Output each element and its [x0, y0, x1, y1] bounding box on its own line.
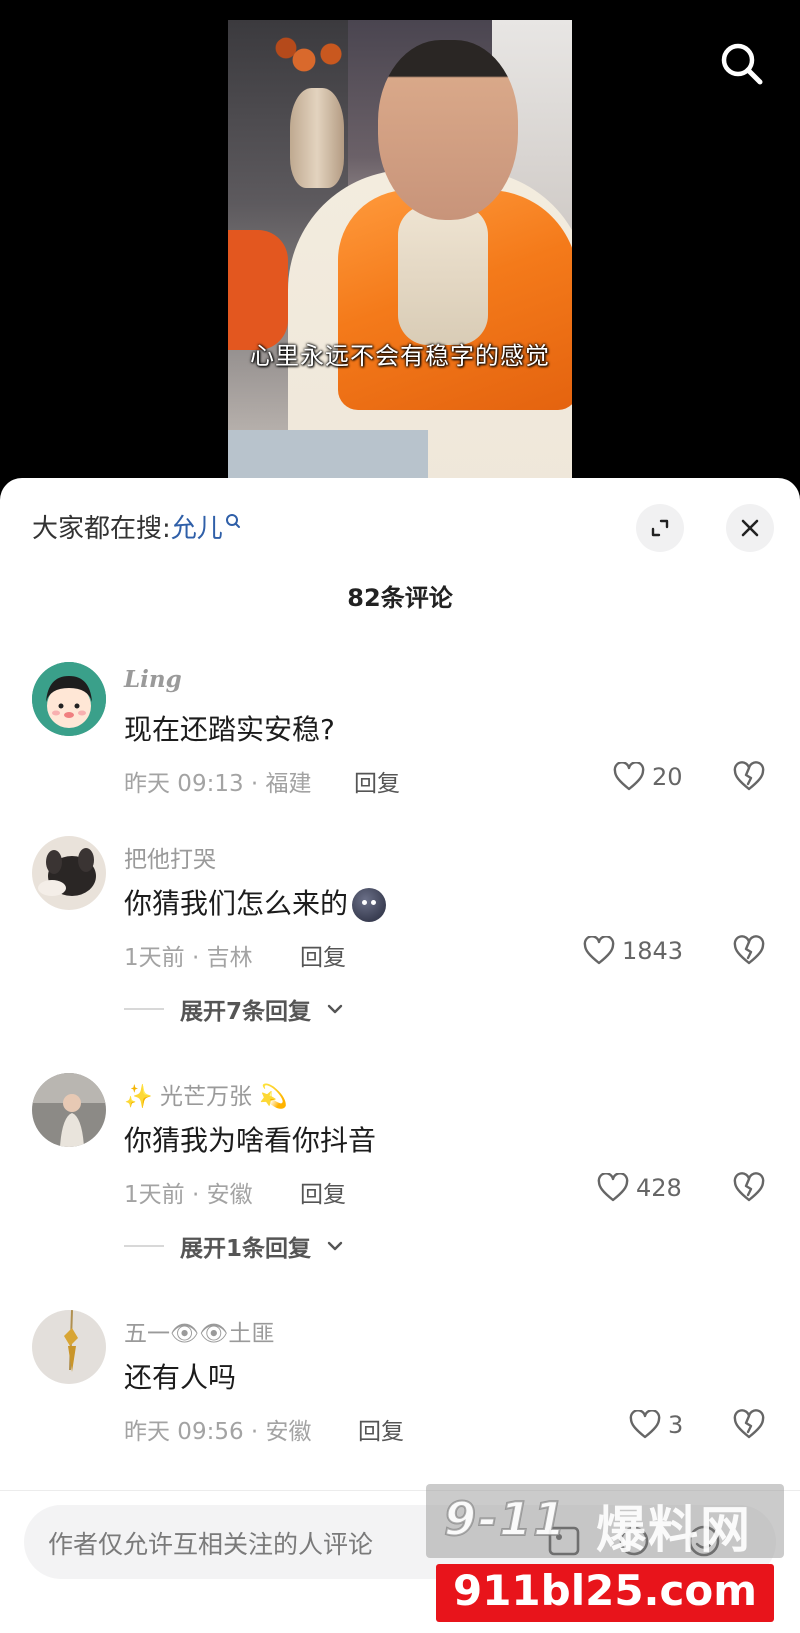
heart-icon: [613, 762, 645, 791]
comment-username[interactable]: 五一👁👁土匪: [124, 1314, 274, 1348]
search-button[interactable]: [718, 40, 766, 88]
broken-heart-icon: [733, 761, 765, 791]
comment-meta: 昨天 09:13 · 福建: [124, 771, 312, 797]
video-player[interactable]: 心里永远不会有稳字的感觉: [0, 0, 800, 478]
chevron-down-icon: [327, 1004, 343, 1014]
expand-icon: [651, 519, 669, 537]
comment-text: 你猜我们怎么来的: [124, 882, 387, 922]
comment-username[interactable]: ✨ 光芒万张 💫: [124, 1077, 288, 1111]
chevron-down-icon: [327, 1241, 343, 1251]
video-person-jeans: [228, 430, 428, 478]
comment-text: 你猜我为啥看你抖音: [124, 1124, 377, 1157]
expand-divider: [124, 1008, 164, 1010]
video-person-inner: [398, 205, 488, 345]
comment-username[interactable]: Ling: [124, 666, 182, 693]
avatar[interactable]: [32, 662, 106, 736]
reply-button[interactable]: 回复: [300, 1175, 346, 1209]
comment-text: 现在还踏实安稳?: [124, 713, 335, 746]
expand-sheet-button[interactable]: [636, 504, 684, 552]
expand-divider: [124, 1245, 164, 1247]
broken-heart-icon: [733, 935, 765, 965]
video-person-head: [378, 40, 518, 220]
avatar[interactable]: [32, 836, 106, 910]
sheet-header: 大家都在搜:允儿: [0, 478, 800, 552]
hot-search[interactable]: 大家都在搜:允儿: [32, 508, 241, 545]
dislike-button[interactable]: [732, 760, 766, 794]
like-button[interactable]: 1843: [582, 934, 683, 968]
watermark: 9-11 爆料网 911bl25.com: [426, 1484, 784, 1626]
reply-button[interactable]: 回复: [358, 1412, 404, 1446]
reply-button[interactable]: 回复: [354, 764, 400, 798]
watermark-logo: 9-11 爆料网: [426, 1484, 784, 1559]
avatar[interactable]: [32, 1310, 106, 1384]
watermark-url-banner: 911bl25.com: [436, 1564, 774, 1622]
like-button[interactable]: 428: [596, 1171, 682, 1205]
comment-meta: 1天前 · 吉林: [124, 945, 253, 971]
search-small-icon: [225, 508, 241, 538]
hot-search-keyword[interactable]: 允儿: [171, 514, 223, 544]
like-count: 428: [636, 1174, 682, 1202]
hot-search-prefix: 大家都在搜:: [32, 514, 171, 544]
expand-replies[interactable]: 展开1条回复: [124, 1229, 343, 1263]
heart-icon: [597, 1173, 629, 1202]
video-plant: [268, 30, 358, 90]
dislike-button[interactable]: [732, 1171, 766, 1205]
comment-count: 82条评论: [347, 584, 453, 612]
like-count: 1843: [622, 937, 684, 965]
comment-input-placeholder: 作者仅允许互相关注的人评论: [48, 1530, 374, 1559]
comment-text: 还有人吗: [124, 1361, 237, 1394]
comment-username[interactable]: 把他打哭: [124, 840, 216, 874]
close-button[interactable]: [726, 504, 774, 552]
dislike-button[interactable]: [732, 934, 766, 968]
expand-replies[interactable]: 展开7条回复: [124, 992, 343, 1026]
comment-text-body: 你猜我们怎么来的: [124, 887, 349, 920]
video-vase: [290, 88, 344, 188]
comment-meta: 昨天 09:56 · 安徽: [124, 1419, 312, 1445]
comment-meta: 1天前 · 安徽: [124, 1182, 253, 1208]
expand-replies-label: 展开1条回复: [180, 1236, 312, 1262]
broken-heart-icon: [733, 1409, 765, 1439]
avatar[interactable]: [32, 1073, 106, 1147]
heart-icon: [629, 1410, 661, 1439]
like-count: 20: [652, 763, 683, 791]
watermark-logo-number: 9-11: [443, 1491, 568, 1547]
watermark-url: 911bl25.com: [452, 1566, 758, 1615]
watermark-logo-text: 爆料网: [596, 1501, 752, 1559]
emoji-icon: [352, 888, 387, 922]
comment-sheet: 大家都在搜:允儿 82条评论 Ling 现在还踏实安稳? 昨天 09:13 · …: [0, 478, 800, 1633]
video-chair: [228, 230, 288, 350]
expand-replies-label: 展开7条回复: [180, 999, 312, 1025]
dislike-button[interactable]: [732, 1408, 766, 1442]
broken-heart-icon: [733, 1172, 765, 1202]
like-button[interactable]: 20: [612, 760, 683, 794]
reply-button[interactable]: 回复: [300, 938, 346, 972]
close-icon: [741, 519, 759, 537]
heart-icon: [583, 936, 615, 965]
like-count: 3: [668, 1411, 684, 1439]
like-button[interactable]: 3: [628, 1408, 683, 1442]
search-icon: [721, 43, 763, 85]
video-frame: 心里永远不会有稳字的感觉: [228, 20, 572, 478]
video-subtitle: 心里永远不会有稳字的感觉: [250, 342, 550, 370]
